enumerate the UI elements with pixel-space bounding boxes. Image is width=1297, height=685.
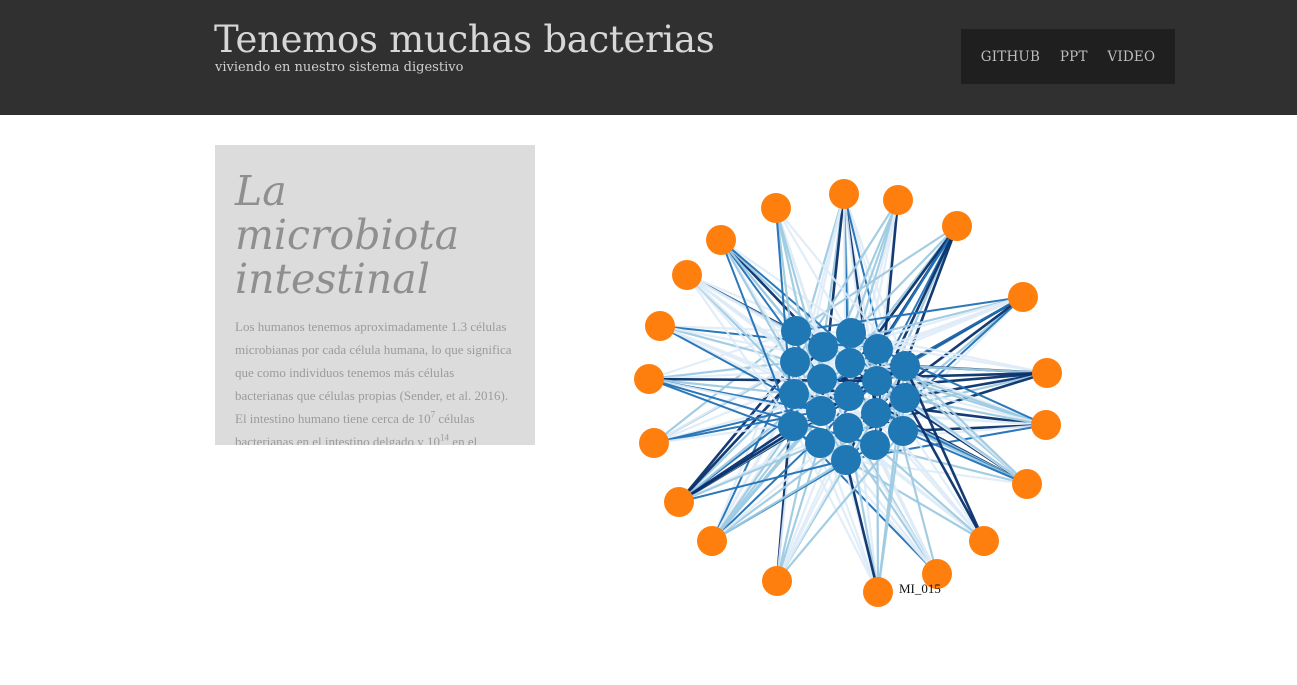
inner-node[interactable] [890,383,920,413]
inner-node[interactable] [862,366,892,396]
outer-node[interactable] [761,193,791,223]
inner-node[interactable] [888,416,918,446]
intro-text-1: Los humanos tenemos aproximadamente 1.3 … [235,319,512,426]
inner-node[interactable] [833,413,863,443]
intro-panel: La microbiota intestinal Los humanos ten… [215,145,535,445]
bacteria-network-graph[interactable]: MI_015 [560,160,1140,630]
inner-node[interactable] [805,428,835,458]
nav-link-video[interactable]: VIDEO [1107,49,1155,65]
inner-node[interactable] [807,364,837,394]
nav-link-ppt[interactable]: PPT [1060,49,1088,65]
inner-node[interactable] [778,411,808,441]
inner-node[interactable] [860,430,890,460]
inner-node[interactable] [861,398,891,428]
inner-node[interactable] [779,379,809,409]
inner-node[interactable] [781,316,811,346]
outer-node[interactable] [634,364,664,394]
inner-node[interactable] [831,445,861,475]
inner-node[interactable] [834,381,864,411]
outer-node[interactable] [664,487,694,517]
node-hover-label: MI_015 [899,581,941,596]
inner-node[interactable] [808,332,838,362]
inner-node[interactable] [890,351,920,381]
outer-node[interactable] [1012,469,1042,499]
outer-node[interactable] [969,526,999,556]
intro-heading: La microbiota intestinal [235,167,460,303]
inner-node[interactable] [780,347,810,377]
outer-node[interactable] [706,225,736,255]
site-subtitle: viviendo en nuestro sistema digestivo [215,60,464,75]
site-header: Tenemos muchas bacterias viviendo en nue… [0,0,1297,115]
intro-paragraph: Los humanos tenemos aproximadamente 1.3 … [235,315,515,445]
outer-node[interactable] [762,566,792,596]
top-nav: GITHUB PPT VIDEO [961,29,1175,84]
network-svg[interactable]: MI_015 [560,160,1140,630]
outer-node[interactable] [883,185,913,215]
outer-node[interactable] [645,311,675,341]
inner-node[interactable] [863,334,893,364]
nav-link-github[interactable]: GITHUB [981,49,1040,65]
outer-node[interactable] [697,526,727,556]
outer-node[interactable] [1031,410,1061,440]
inner-node[interactable] [806,396,836,426]
outer-node[interactable] [829,179,859,209]
outer-node[interactable] [639,428,669,458]
outer-node[interactable] [942,211,972,241]
outer-node[interactable] [1032,358,1062,388]
outer-node[interactable] [863,577,893,607]
site-title[interactable]: Tenemos muchas bacterias [214,18,715,61]
inner-node[interactable] [835,348,865,378]
intro-sup-2: 14 [440,432,450,443]
outer-node[interactable] [672,260,702,290]
inner-node[interactable] [836,318,866,348]
outer-node[interactable] [1008,282,1038,312]
